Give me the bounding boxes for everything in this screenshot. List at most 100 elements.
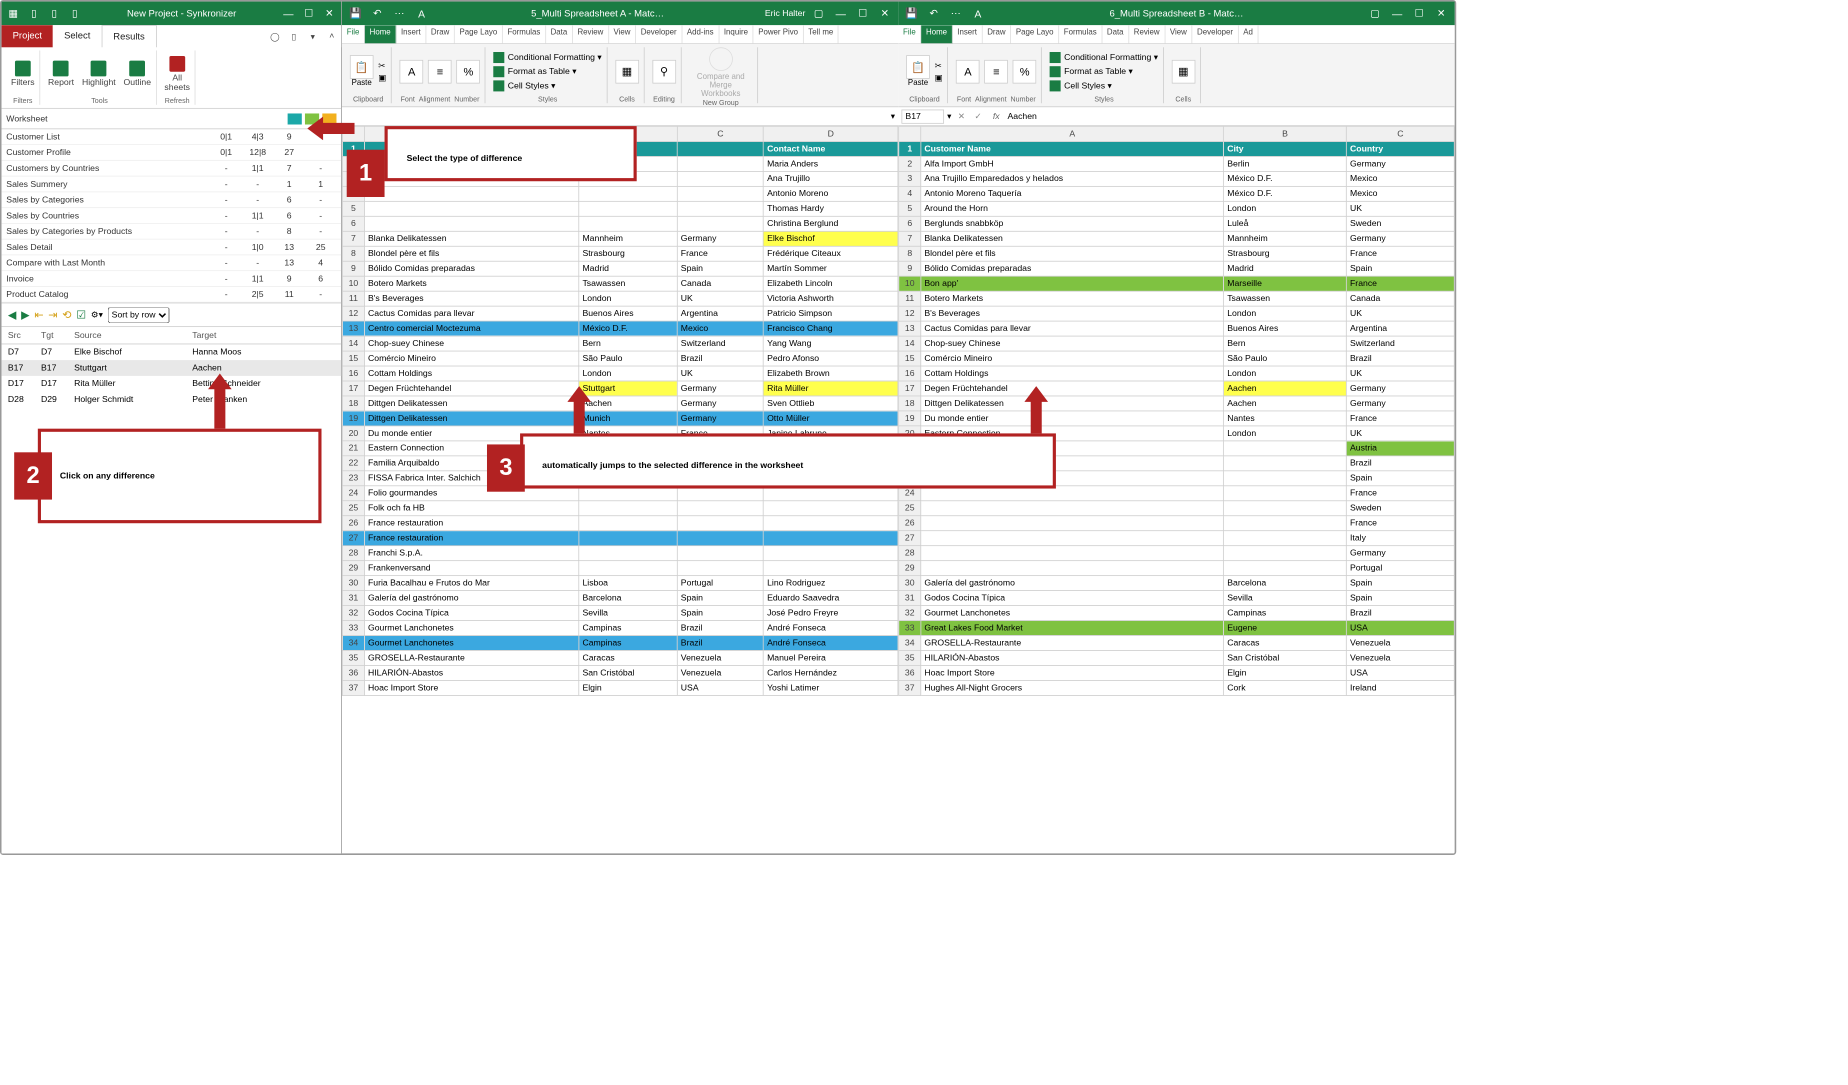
cell[interactable]: Madrid [1224, 261, 1347, 276]
row-header[interactable]: 37 [342, 680, 364, 695]
cell[interactable]: Pedro Afonso [764, 351, 898, 366]
cell[interactable]: Munich [579, 411, 677, 426]
cell[interactable]: France [1346, 276, 1454, 291]
undo-icon[interactable]: ↶ [369, 7, 386, 20]
column-header[interactable]: D [764, 126, 898, 141]
cell[interactable] [579, 516, 677, 531]
tab-home[interactable]: Home [365, 25, 396, 43]
cell[interactable]: Germany [1346, 546, 1454, 561]
cell[interactable]: Italy [1346, 531, 1454, 546]
cell[interactable]: Thomas Hardy [764, 201, 898, 216]
alignment-button[interactable]: ≡ [985, 59, 1009, 83]
cell[interactable] [364, 216, 578, 231]
ribbon-tab[interactable]: Ad [1239, 25, 1259, 43]
tab-select[interactable]: Select [53, 25, 101, 47]
cell[interactable]: Stuttgart [579, 381, 677, 396]
cell[interactable]: Spain [1346, 591, 1454, 606]
row-header[interactable]: 21 [342, 441, 364, 456]
cell[interactable]: London [1224, 426, 1347, 441]
cell[interactable]: Marseille [1224, 276, 1347, 291]
row-header[interactable]: 11 [899, 291, 921, 306]
window-icon[interactable]: ▢ [810, 7, 827, 20]
cell[interactable] [1224, 486, 1347, 501]
cell[interactable]: Bon app' [921, 276, 1224, 291]
close-icon[interactable]: ✕ [876, 7, 893, 20]
layout-icon[interactable]: ▯ [47, 7, 61, 20]
cell[interactable]: Patricio Simpson [764, 306, 898, 321]
cell[interactable]: Aachen [1224, 396, 1347, 411]
cell[interactable]: UK [1346, 306, 1454, 321]
cell[interactable]: Brazil [1346, 606, 1454, 621]
cell[interactable]: Cactus Comidas para llevar [364, 306, 578, 321]
row-header[interactable]: 9 [342, 261, 364, 276]
row-header[interactable]: 23 [342, 471, 364, 486]
cell[interactable]: Antonio Moreno Taquería [921, 186, 1224, 201]
cell[interactable]: Dittgen Delikatessen [364, 411, 578, 426]
worksheet-row[interactable]: Customers by Countries-1|17- [2, 161, 342, 177]
dropdown-icon[interactable]: ▾ [303, 25, 322, 47]
cell[interactable]: HILARIÓN-Abastos [921, 650, 1224, 665]
sort-select[interactable]: Sort by row [108, 307, 169, 323]
cell[interactable] [921, 516, 1224, 531]
cell[interactable]: Blanka Delikatessen [364, 231, 578, 246]
row-header[interactable]: 12 [342, 306, 364, 321]
cell[interactable]: San Cristóbal [1224, 650, 1347, 665]
row-header[interactable]: 8 [342, 246, 364, 261]
cell[interactable]: B's Beverages [921, 306, 1224, 321]
ribbon-tab[interactable]: Review [1129, 25, 1165, 43]
worksheet-row[interactable]: Sales Summery--11 [2, 177, 342, 193]
row-header[interactable]: 10 [899, 276, 921, 291]
ribbon-tab[interactable]: Formulas [1059, 25, 1102, 43]
nav-icon[interactable]: ⟲ [62, 308, 71, 321]
row-header[interactable]: 19 [899, 411, 921, 426]
cell[interactable]: México D.F. [1224, 186, 1347, 201]
cell[interactable]: Victoria Ashworth [764, 291, 898, 306]
cell[interactable]: Ana Trujillo Emparedados y helados [921, 171, 1224, 186]
cell[interactable]: Ireland [1346, 680, 1454, 695]
row-header[interactable]: 34 [899, 636, 921, 651]
row-header[interactable]: 27 [899, 531, 921, 546]
cell[interactable]: Sweden [1346, 216, 1454, 231]
diff-type-a[interactable] [288, 113, 302, 124]
worksheet-row[interactable]: Sales by Categories by Products--8- [2, 224, 342, 240]
cell[interactable]: USA [1346, 621, 1454, 636]
row-header[interactable]: 6 [899, 216, 921, 231]
column-header[interactable]: C [677, 126, 763, 141]
ribbon-tab[interactable]: Insert [396, 25, 426, 43]
cell[interactable] [921, 531, 1224, 546]
font-icon[interactable]: A [413, 7, 430, 19]
cell[interactable]: Campinas [1224, 606, 1347, 621]
cell[interactable]: Bólido Comidas preparadas [364, 261, 578, 276]
close-icon[interactable]: ✕ [1433, 7, 1450, 20]
cell[interactable]: Nantes [1224, 411, 1347, 426]
font-button[interactable]: A [400, 59, 424, 83]
row-header[interactable]: 33 [899, 621, 921, 636]
cell[interactable]: Mannheim [579, 231, 677, 246]
cell[interactable]: Galería del gastrónomo [921, 576, 1224, 591]
cell[interactable]: Around the Horn [921, 201, 1224, 216]
row-header[interactable]: 5 [899, 201, 921, 216]
row-header[interactable]: 15 [899, 351, 921, 366]
format-as-table[interactable]: Format as Table ▾ [1050, 66, 1158, 77]
cell[interactable]: Yoshi Latimer [764, 680, 898, 695]
row-header[interactable]: 5 [342, 201, 364, 216]
save-icon[interactable]: 💾 [347, 7, 364, 20]
cell[interactable]: Franchi S.p.A. [364, 546, 578, 561]
cell[interactable]: Elgin [579, 680, 677, 695]
column-header[interactable]: C [1346, 126, 1454, 141]
row-header[interactable]: 15 [342, 351, 364, 366]
row-header[interactable]: 29 [342, 561, 364, 576]
cell[interactable]: Gourmet Lanchonetes [921, 606, 1224, 621]
cell[interactable] [921, 501, 1224, 516]
cell[interactable]: Galería del gastrónomo [364, 591, 578, 606]
next-icon[interactable]: ▶ [21, 308, 29, 321]
cell[interactable]: Tsawassen [579, 276, 677, 291]
ribbon-tab[interactable]: Developer [636, 25, 682, 43]
cell[interactable]: Cottam Holdings [364, 366, 578, 381]
maximize-icon[interactable]: ☐ [302, 7, 316, 20]
cell[interactable]: Dittgen Delikatessen [364, 396, 578, 411]
cell[interactable]: Manuel Pereira [764, 650, 898, 665]
cell[interactable]: Hughes All-Night Grocers [921, 680, 1224, 695]
cell[interactable]: Eduardo Saavedra [764, 591, 898, 606]
cell[interactable]: Caracas [579, 650, 677, 665]
